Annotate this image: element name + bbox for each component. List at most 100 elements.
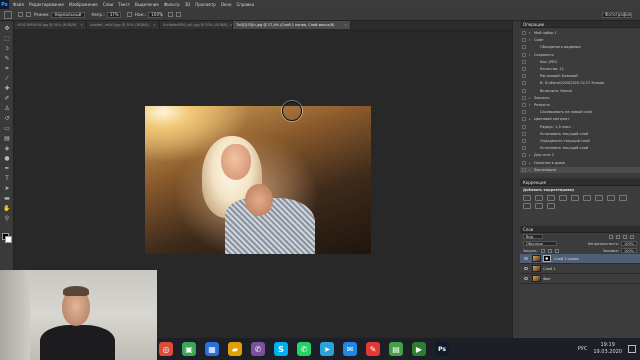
action-row[interactable]: Установить текущий слой <box>520 145 640 151</box>
paint-icon[interactable]: ✎ <box>366 342 380 356</box>
curves-icon[interactable] <box>547 195 555 201</box>
shape-tool-icon[interactable]: ▬ <box>3 195 11 202</box>
document-tab[interactable]: AdobeF_mKxF.jpg @ 50% (RGB/8) × <box>87 21 160 29</box>
brush-preset-icon[interactable] <box>4 10 12 19</box>
visibility-eye-icon[interactable] <box>524 277 528 280</box>
clone-stamp-tool-icon[interactable]: ♙ <box>3 105 11 112</box>
levels-icon[interactable] <box>535 195 543 201</box>
document-photo[interactable] <box>145 106 371 254</box>
vibrance-icon[interactable] <box>571 195 579 201</box>
type-tool-icon[interactable]: T <box>3 175 11 182</box>
menu-help[interactable]: Справка <box>236 2 254 7</box>
gradient-tool-icon[interactable]: ▤ <box>3 135 11 142</box>
language-indicator[interactable]: РУС <box>578 346 588 352</box>
photoshop-icon[interactable]: Ps <box>435 342 449 356</box>
menu-edit[interactable]: Редактирование <box>29 2 64 7</box>
mail-icon[interactable]: ✉ <box>343 342 357 356</box>
action-row[interactable]: ▾ Софт <box>520 37 640 43</box>
layer-kind-filter[interactable]: Вид <box>523 234 543 239</box>
toggle-checkbox-icon[interactable] <box>522 31 526 35</box>
channel-mixer-icon[interactable] <box>523 203 531 209</box>
brightness-icon[interactable] <box>523 195 531 201</box>
brush-tool-icon[interactable]: ✐ <box>3 95 11 102</box>
document-tab-active[interactable]: 7bGJ2J7QJh.jpg @ 27,4% (Слой 1 копия, Сл… <box>233 21 351 29</box>
chrome-icon[interactable]: ◎ <box>159 342 173 356</box>
action-row[interactable]: ▾ Резкость <box>520 102 640 108</box>
action-row[interactable]: Растровый: Базовый <box>520 73 640 79</box>
menu-file[interactable]: Файл <box>13 2 24 7</box>
action-row[interactable]: В: D:\Фото\2020\2020.02.27 Ксюша <box>520 80 640 86</box>
pressure-size-icon[interactable] <box>176 12 182 17</box>
action-row[interactable]: ▸ Для сети 2 <box>520 152 640 158</box>
blur-tool-icon[interactable]: ◈ <box>3 145 11 152</box>
viber-icon[interactable]: ✆ <box>251 342 265 356</box>
toggle-checkbox-icon[interactable] <box>522 167 526 172</box>
fill-field[interactable]: 100% <box>621 248 637 253</box>
menu-image[interactable]: Изображение <box>69 2 98 7</box>
brush-size-icon[interactable] <box>18 12 23 17</box>
menu-3d[interactable]: 3D <box>185 2 191 7</box>
dodge-tool-icon[interactable]: ● <box>3 155 11 162</box>
flow-field[interactable]: 100% <box>148 11 163 18</box>
move-tool-icon[interactable]: ✥ <box>3 25 11 32</box>
black-white-icon[interactable] <box>607 195 615 201</box>
color-balance-icon[interactable] <box>595 195 603 201</box>
toggle-checkbox-icon[interactable] <box>522 103 526 107</box>
media-icon[interactable]: ▶ <box>412 342 426 356</box>
photos-icon[interactable]: ▦ <box>205 342 219 356</box>
action-row[interactable]: ▸ Цветовой контраст <box>520 116 640 122</box>
toggle-checkbox-icon[interactable] <box>522 67 526 71</box>
layer-row[interactable]: Слой 1 <box>520 264 640 274</box>
visibility-eye-icon[interactable] <box>524 257 528 260</box>
filter-type-icon[interactable] <box>623 234 627 239</box>
lasso-tool-icon[interactable]: ↄ <box>3 45 11 52</box>
pressure-opacity-icon[interactable] <box>126 12 132 17</box>
filter-shape-icon[interactable] <box>630 234 634 239</box>
files-icon[interactable]: ▰ <box>228 342 242 356</box>
clock[interactable]: 19:19 19.03.2020 <box>593 342 622 356</box>
expand-triangle-icon[interactable]: ▸ <box>529 117 532 121</box>
menu-select[interactable]: Выделение <box>135 2 159 7</box>
document-tab[interactable]: 49313985916.jpg @ 50% (RGB/8) × <box>14 21 87 29</box>
action-row[interactable]: Установить текущий слой <box>520 131 640 137</box>
expand-triangle-icon[interactable]: ▾ <box>529 38 532 42</box>
mode-select[interactable]: Нормальный <box>51 11 86 18</box>
toggle-checkbox-icon[interactable] <box>522 95 526 100</box>
toggle-checkbox-icon[interactable] <box>522 38 526 43</box>
menu-view[interactable]: Просмотр <box>195 2 216 7</box>
pen-tool-icon[interactable]: ✒ <box>3 165 11 172</box>
action-row[interactable]: Радиус: 1,5 пикс. <box>520 124 640 130</box>
expand-triangle-icon[interactable]: ▸ <box>529 96 532 100</box>
marquee-tool-icon[interactable]: ⬚ <box>3 35 11 42</box>
lock-pixels-icon[interactable] <box>541 248 546 253</box>
menu-window[interactable]: Окно <box>221 2 232 7</box>
toggle-checkbox-icon[interactable] <box>522 139 526 143</box>
close-icon[interactable]: × <box>344 23 347 27</box>
history-brush-tool-icon[interactable]: ↺ <box>3 115 11 122</box>
whatsapp-icon[interactable]: ✆ <box>297 342 311 356</box>
action-row[interactable]: Включить: Копия <box>520 88 640 94</box>
airbrush-icon[interactable] <box>168 12 174 17</box>
skype-icon[interactable]: S <box>274 342 288 356</box>
close-icon[interactable]: × <box>80 23 83 27</box>
toggle-checkbox-icon[interactable] <box>522 74 526 79</box>
notifications-icon[interactable] <box>628 345 636 353</box>
filter-adjustment-icon[interactable] <box>616 234 620 239</box>
visibility-eye-icon[interactable] <box>524 267 528 270</box>
layer-row[interactable]: Фон <box>520 274 640 284</box>
toggle-checkbox-icon[interactable] <box>522 45 526 50</box>
expand-triangle-icon[interactable]: ▾ <box>529 103 532 107</box>
toggle-checkbox-icon[interactable] <box>522 88 526 93</box>
eyedropper-tool-icon[interactable]: ⁄ <box>3 75 11 82</box>
layer-mask-thumbnail[interactable] <box>543 255 551 262</box>
quick-select-tool-icon[interactable]: ✎ <box>3 55 11 62</box>
lock-all-icon[interactable] <box>555 248 560 253</box>
expand-triangle-icon[interactable]: ▾ <box>529 53 532 57</box>
background-color-swatch[interactable] <box>5 236 12 243</box>
action-row[interactable]: Как: JPEG <box>520 59 640 65</box>
brush-panel-icon[interactable] <box>26 12 31 17</box>
toggle-checkbox-icon[interactable] <box>522 81 526 86</box>
expand-triangle-icon[interactable]: ▾ <box>529 31 532 35</box>
action-row[interactable]: ▸ Нажатие в дыма <box>520 160 640 166</box>
menu-type[interactable]: Текст <box>118 2 130 7</box>
